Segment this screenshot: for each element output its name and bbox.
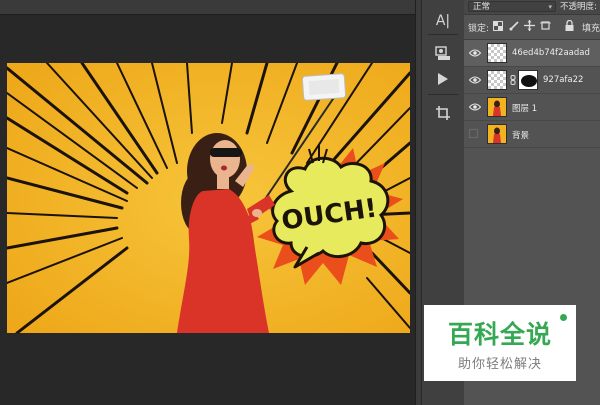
layer-name[interactable]: 46ed4b74f2aadad <box>512 48 590 58</box>
watermark-dot <box>560 314 567 321</box>
layer-thumbnail <box>487 70 507 90</box>
fill-label[interactable]: 填充: <box>582 21 600 34</box>
watermark-title: 百科全说 <box>447 320 552 349</box>
artwork: OUCH! <box>7 63 410 333</box>
layer-row[interactable]: 背景 <box>464 121 600 148</box>
opacity-label[interactable]: 不透明度: <box>560 0 597 14</box>
blend-mode-select[interactable]: 正常 ▾ <box>468 1 556 12</box>
layer-row[interactable]: 927afa22 <box>464 67 600 94</box>
sunglasses <box>210 148 242 157</box>
link-icon[interactable] <box>510 75 516 85</box>
lock-position-icon[interactable] <box>524 20 535 31</box>
layer-thumbnail <box>487 97 507 117</box>
layer-name[interactable]: 背景 <box>512 129 529 141</box>
document-tab-strip <box>0 0 420 15</box>
layer-row[interactable]: 46ed4b74f2aadad <box>464 40 600 67</box>
tool-separator <box>428 34 458 35</box>
tool-separator <box>428 94 458 95</box>
eye-icon[interactable] <box>468 47 482 59</box>
canvas-workspace[interactable]: OUCH! <box>0 0 421 405</box>
document-canvas[interactable]: OUCH! <box>7 63 410 333</box>
layer-name[interactable]: 927afa22 <box>543 75 583 85</box>
eye-icon[interactable] <box>468 74 482 86</box>
lock-label: 锁定: <box>468 24 490 34</box>
lock-row: 锁定: 填充: <box>464 15 600 40</box>
watermark-logo: 百科全说 助你轻松解决 <box>424 305 576 381</box>
woman-face <box>210 140 240 178</box>
lock-artboard-icon[interactable] <box>540 20 551 31</box>
blend-mode-row: 正常 ▾ 不透明度: <box>464 0 600 15</box>
lock-transparent-pixels-icon[interactable] <box>492 20 503 31</box>
paragraph-panel-icon[interactable] <box>430 40 456 66</box>
layer-mask-thumbnail[interactable] <box>518 70 538 90</box>
chevron-down-icon: ▾ <box>548 3 552 11</box>
lock-all-icon[interactable] <box>564 20 575 31</box>
layer-name[interactable]: 图层 1 <box>512 102 537 114</box>
layer-thumbnail <box>487 124 507 144</box>
watermark-subtitle: 助你轻松解决 <box>457 357 542 372</box>
visibility-toggle-off[interactable] <box>469 129 478 138</box>
crop-icon[interactable] <box>430 100 456 126</box>
eye-icon[interactable] <box>468 101 482 113</box>
layer-thumbnail <box>487 43 507 63</box>
layer-row[interactable]: 图层 1 <box>464 94 600 121</box>
lock-image-pixels-icon[interactable] <box>508 20 519 31</box>
play-action-icon[interactable] <box>430 66 456 92</box>
character-panel-icon[interactable]: A| <box>430 8 456 34</box>
